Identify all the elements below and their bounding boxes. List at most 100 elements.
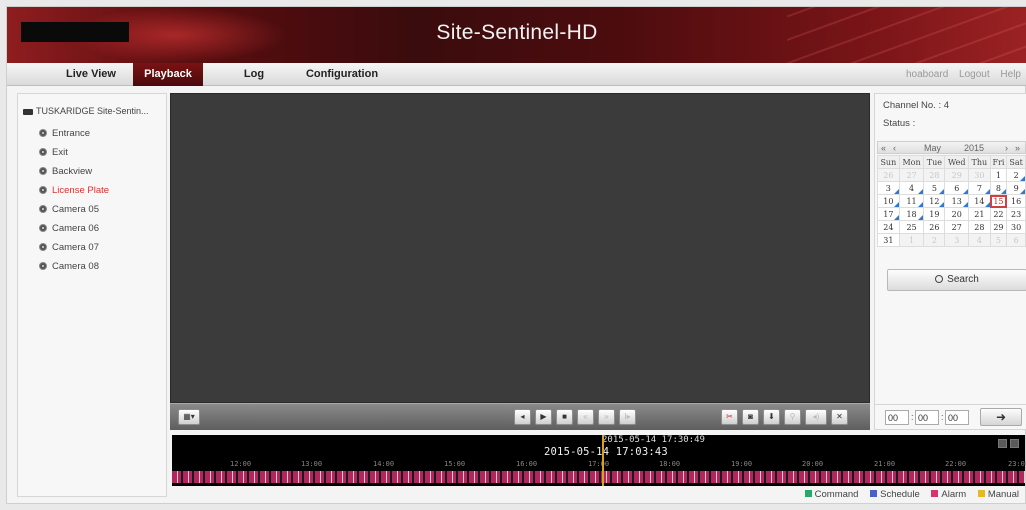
go-arrow-icon[interactable]: ➜: [980, 408, 1022, 426]
calendar-week: 24 25 26 27 28 29 30: [877, 220, 1026, 234]
device-node[interactable]: TUSKARIDGE Site-Sentin...: [23, 106, 149, 116]
stop-icon[interactable]: ■: [556, 409, 573, 425]
volume-icon[interactable]: ◂): [805, 409, 827, 425]
calendar-day[interactable]: 29: [944, 168, 970, 182]
calendar-day[interactable]: 13: [944, 194, 970, 208]
calendar-day[interactable]: 1: [898, 233, 925, 247]
help-link[interactable]: Help: [1000, 69, 1021, 80]
camera-icon: [39, 243, 47, 251]
prev-year-icon[interactable]: «: [881, 142, 886, 154]
clip-icon[interactable]: ✂: [721, 409, 738, 425]
timeline-tick: 16:00: [516, 460, 538, 468]
next-year-icon[interactable]: »: [1015, 142, 1020, 154]
video-viewport[interactable]: [170, 93, 870, 403]
calendar-day[interactable]: 8: [989, 181, 1008, 195]
minute-input[interactable]: [915, 410, 939, 425]
calendar-day-selected[interactable]: 15: [989, 194, 1008, 208]
calendar-day[interactable]: 11: [898, 194, 925, 208]
camera-item-camera-07[interactable]: Camera 07: [39, 242, 99, 253]
calendar-day[interactable]: 25: [898, 220, 925, 234]
calendar-day[interactable]: 31: [877, 233, 900, 247]
snapshot-icon[interactable]: ◙: [742, 409, 759, 425]
tab-playback[interactable]: Playback: [133, 63, 203, 86]
calendar-day[interactable]: 27: [898, 168, 925, 182]
calendar-day[interactable]: 4: [898, 181, 925, 195]
fullscreen-icon[interactable]: ✕: [831, 409, 848, 425]
calendar-day[interactable]: 3: [877, 181, 900, 195]
calendar-day[interactable]: 7: [968, 181, 991, 195]
next-month-icon[interactable]: ›: [1005, 142, 1008, 154]
calendar-day[interactable]: 24: [877, 220, 900, 234]
logout-link[interactable]: Logout: [959, 69, 990, 80]
calendar-day[interactable]: 6: [944, 181, 970, 195]
timeline-playhead[interactable]: [602, 435, 604, 486]
zoom-icon[interactable]: ⚲: [784, 409, 801, 425]
calendar-day[interactable]: 23: [1006, 207, 1026, 221]
camera-item-backview[interactable]: Backview: [39, 166, 92, 177]
calendar-day[interactable]: 5: [989, 233, 1008, 247]
calendar-day[interactable]: 30: [968, 168, 991, 182]
timeline-tick: 14:00: [373, 460, 395, 468]
timeline-tick: 23:00: [1008, 460, 1026, 468]
camera-label: License Plate: [52, 185, 110, 196]
calendar-day[interactable]: 21: [968, 207, 991, 221]
timeline-zoom-in-icon[interactable]: [1010, 439, 1019, 448]
slower-icon[interactable]: «: [577, 409, 594, 425]
slow-backward-icon[interactable]: ◂: [514, 409, 531, 425]
calendar-day[interactable]: 17: [877, 207, 900, 221]
calendar-day[interactable]: 26: [877, 168, 900, 182]
search-label: Search: [947, 274, 979, 285]
download-icon[interactable]: ⬇: [763, 409, 780, 425]
calendar-day[interactable]: 14: [968, 194, 991, 208]
dvr-icon: [23, 108, 33, 115]
calendar-day[interactable]: 19: [923, 207, 946, 221]
calendar-day[interactable]: 9: [1006, 181, 1026, 195]
calendar-day[interactable]: 4: [968, 233, 991, 247]
calendar-week: 17 18 19 20 21 22 23: [877, 207, 1026, 221]
calendar-day[interactable]: 2: [1006, 168, 1026, 182]
search-button[interactable]: Search: [887, 269, 1026, 291]
calendar-day[interactable]: 2: [923, 233, 946, 247]
calendar-week: 31 1 2 3 4 5 6: [877, 233, 1026, 247]
calendar-day[interactable]: 16: [1006, 194, 1026, 208]
calendar-week: 3 4 5 6 7 8 9: [877, 181, 1026, 195]
prev-month-icon[interactable]: ‹: [893, 142, 896, 154]
camera-item-entrance[interactable]: Entrance: [39, 128, 90, 139]
calendar-day[interactable]: 30: [1006, 220, 1026, 234]
calendar-day[interactable]: 28: [923, 168, 946, 182]
calendar-day[interactable]: 28: [968, 220, 991, 234]
calendar-day[interactable]: 6: [1006, 233, 1026, 247]
frame-step-icon[interactable]: I▸: [619, 409, 636, 425]
calendar-day[interactable]: 29: [989, 220, 1008, 234]
calendar-day[interactable]: 5: [923, 181, 946, 195]
header-banner: Site-Sentinel-HD: [7, 7, 1026, 63]
layout-icon[interactable]: ▦▾: [178, 409, 200, 425]
timeline-tick: 17:00: [588, 460, 610, 468]
calendar-day[interactable]: 20: [944, 207, 970, 221]
legend-label: Manual: [987, 489, 1019, 500]
calendar-day[interactable]: 3: [944, 233, 970, 247]
faster-icon[interactable]: »: [598, 409, 615, 425]
tab-log[interactable]: Log: [233, 63, 275, 86]
calendar-day[interactable]: 10: [877, 194, 900, 208]
calendar-day[interactable]: 26: [923, 220, 946, 234]
recording-bar[interactable]: [172, 471, 1025, 483]
hour-input[interactable]: [885, 410, 909, 425]
user-link[interactable]: hoaboard: [906, 69, 948, 80]
calendar-day[interactable]: 12: [923, 194, 946, 208]
tab-live-view[interactable]: Live View: [49, 63, 133, 86]
tab-configuration[interactable]: Configuration: [297, 63, 387, 86]
calendar-day[interactable]: 27: [944, 220, 970, 234]
playback-timeline[interactable]: 2015-05-14 17:30:49 2015-05-14 17:03:43 …: [172, 435, 1026, 486]
calendar-day[interactable]: 1: [989, 168, 1008, 182]
second-input[interactable]: [945, 410, 969, 425]
camera-item-camera-08[interactable]: Camera 08: [39, 261, 99, 272]
play-icon[interactable]: ▶: [535, 409, 552, 425]
camera-item-exit[interactable]: Exit: [39, 147, 68, 158]
camera-item-camera-06[interactable]: Camera 06: [39, 223, 99, 234]
calendar-day[interactable]: 22: [989, 207, 1008, 221]
camera-item-license-plate[interactable]: License Plate: [39, 185, 109, 196]
camera-item-camera-05[interactable]: Camera 05: [39, 204, 99, 215]
timeline-zoom-out-icon[interactable]: [998, 439, 1007, 448]
calendar-day[interactable]: 18: [898, 207, 925, 221]
